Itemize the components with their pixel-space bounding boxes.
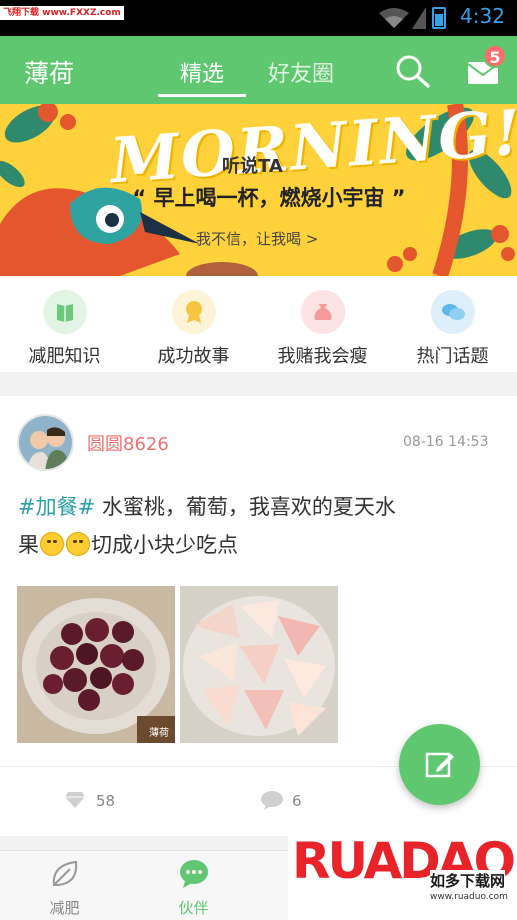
ruadao-watermark-logo: RUADAO 如多下载网 www.ruaduo.com (288, 832, 517, 920)
signal-icon (412, 7, 426, 29)
smile-emoji-icon (66, 532, 90, 556)
post-text: #加餐# 水蜜桃，葡萄，我喜欢的夏天水 果 切成小块少吃点 (18, 488, 488, 564)
active-tab-indicator (158, 94, 246, 97)
comment-icon[interactable] (260, 790, 284, 810)
category-label: 我赌我会瘦 (277, 346, 368, 367)
post-text-line1: 水蜜桃，葡萄，我喜欢的夏天水 (95, 495, 396, 519)
money-bag-icon (301, 290, 345, 334)
medal-icon (172, 290, 216, 334)
banner-cta[interactable]: 我不信，让我喝 > (196, 228, 318, 249)
post-image-grapes[interactable]: 薄荷 (17, 586, 175, 743)
category-label: 热门话题 (416, 346, 489, 367)
post-timestamp: 08-16 14:53 (403, 434, 489, 450)
edit-icon (425, 752, 454, 778)
post-image-peaches[interactable] (180, 586, 338, 743)
site-watermark: 飞翔下载 www.FXXZ.com (0, 6, 124, 20)
banner-subtitle: 听说TA (222, 156, 283, 177)
compose-button[interactable] (399, 724, 480, 805)
nav-item-partners[interactable]: 伙伴 (129, 851, 258, 920)
diamond-like-icon[interactable] (64, 791, 86, 809)
like-count: 58 (96, 792, 116, 810)
post-text-line2-end: 切成小块少吃点 (91, 533, 238, 557)
category-row: 减肥知识 成功故事 我赌我会瘦 热门话题 (0, 276, 517, 372)
app-screen: 飞翔下载 www.FXXZ.com 4:32 薄荷 精选 好友圈 5 MORNI… (0, 0, 517, 920)
post-hashtag[interactable]: #加餐# (18, 495, 95, 519)
tab-featured[interactable]: 精选 (158, 56, 246, 88)
post-text-line2-start: 果 (18, 533, 39, 557)
nav-label: 减肥 (49, 899, 80, 917)
smile-emoji-icon (40, 532, 64, 556)
comment-count: 6 (292, 792, 302, 810)
book-icon (43, 290, 87, 334)
category-hot-topics[interactable]: 热门话题 (388, 276, 517, 372)
search-icon[interactable] (395, 54, 431, 88)
mail-badge: 5 (483, 44, 507, 68)
status-bar: 飞翔下载 www.FXXZ.com 4:32 (0, 0, 517, 36)
leaf-icon (52, 860, 78, 886)
post-username[interactable]: 圆圆8626 (87, 430, 169, 456)
ruadao-site-name: 如多下载网 (430, 870, 506, 891)
wifi-icon (379, 8, 409, 28)
category-bet-to-lose[interactable]: 我赌我会瘦 (258, 276, 387, 372)
ruadao-url: www.ruaduo.com (430, 892, 508, 902)
tab-friends-circle[interactable]: 好友圈 (256, 56, 346, 88)
category-success-stories[interactable]: 成功故事 (129, 276, 258, 372)
category-label: 成功故事 (157, 346, 230, 367)
avatar[interactable] (17, 414, 74, 471)
app-title: 薄荷 (24, 59, 75, 88)
category-label: 减肥知识 (28, 346, 101, 367)
chat-bubbles-icon (431, 290, 475, 334)
nav-label: 伙伴 (178, 899, 209, 917)
image-caption: 薄荷 (149, 728, 169, 739)
promo-banner[interactable]: MORNING! 听说TA “ 早上喝一杯，燃烧小宇宙 ” 我不信，让我喝 > (0, 104, 517, 276)
banner-quote: “ 早上喝一杯，燃烧小宇宙 ” (132, 186, 406, 210)
chat-icon (180, 860, 208, 888)
app-header: 薄荷 精选 好友圈 (0, 36, 517, 104)
battery-icon (432, 7, 446, 29)
category-weight-loss-knowledge[interactable]: 减肥知识 (0, 276, 129, 372)
nav-item-slimming[interactable]: 减肥 (0, 851, 129, 920)
clock: 4:32 (460, 4, 505, 28)
